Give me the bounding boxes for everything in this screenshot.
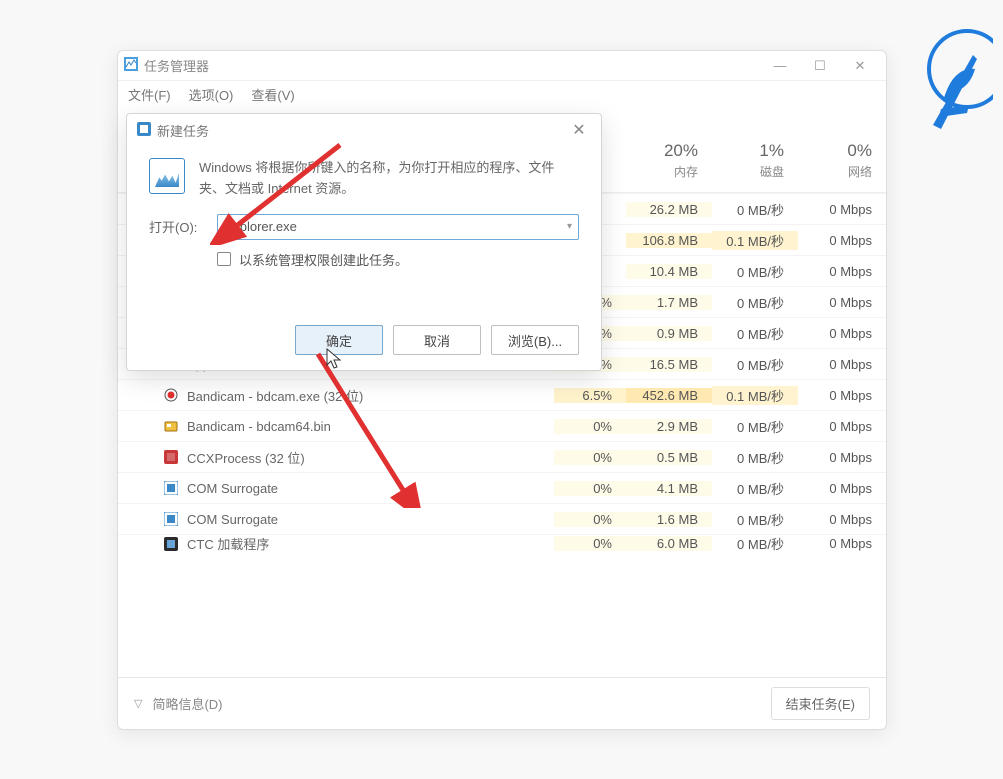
network-cell: 0 Mbps (798, 419, 886, 434)
process-icon (163, 480, 179, 496)
process-row[interactable]: Bandicam - bdcam.exe (32 位)6.5%452.6 MB0… (118, 379, 886, 410)
network-cell: 0 Mbps (798, 481, 886, 496)
process-icon (163, 536, 179, 552)
memory-cell: 0.5 MB (626, 450, 712, 465)
memory-cell: 4.1 MB (626, 481, 712, 496)
disk-cell: 0.1 MB/秒 (712, 386, 798, 405)
window-title: 任务管理器 (144, 56, 209, 75)
menu-bar: 文件(F) 选项(O) 查看(V) (118, 81, 886, 107)
cpu-cell: 6.5% (554, 388, 626, 403)
disk-cell: 0 MB/秒 (712, 534, 798, 552)
disk-cell: 0 MB/秒 (712, 293, 798, 312)
memory-cell: 1.6 MB (626, 512, 712, 527)
cpu-cell: 0% (554, 536, 626, 551)
process-row[interactable]: COM Surrogate 0%1.6 MB0 MB/秒0 Mbps (118, 503, 886, 534)
disk-cell: 0 MB/秒 (712, 200, 798, 219)
chevron-down-icon: ▽ (134, 697, 142, 710)
network-cell: 0 Mbps (798, 388, 886, 403)
menu-file[interactable]: 文件(F) (128, 85, 171, 104)
task-manager-footer: ▽ 简略信息(D) 结束任务(E) (118, 677, 886, 729)
disk-cell: 0 MB/秒 (712, 262, 798, 281)
menu-view[interactable]: 查看(V) (251, 85, 294, 104)
dialog-close-button[interactable]: ✕ (567, 120, 591, 140)
process-row[interactable]: Bandicam - bdcam64.bin 0%2.9 MB0 MB/秒0 Mb… (118, 410, 886, 441)
open-input[interactable]: explorer.exe ▾ (217, 214, 579, 240)
memory-cell: 2.9 MB (626, 419, 712, 434)
memory-cell: 106.8 MB (626, 233, 712, 248)
dropdown-icon[interactable]: ▾ (567, 221, 572, 232)
disk-cell: 0.1 MB/秒 (712, 231, 798, 250)
close-button[interactable]: ✕ (840, 52, 880, 80)
cancel-button[interactable]: 取消 (393, 325, 481, 355)
disk-cell: 0 MB/秒 (712, 510, 798, 529)
process-icon (163, 449, 179, 465)
process-name: COM Surrogate (187, 512, 278, 527)
process-name: CCXProcess (32 位) (187, 448, 305, 467)
process-row[interactable]: COM Surrogate 0%4.1 MB0 MB/秒0 Mbps (118, 472, 886, 503)
admin-checkbox[interactable] (217, 252, 231, 266)
disk-cell: 0 MB/秒 (712, 324, 798, 343)
open-label: 打开(O): (149, 217, 207, 236)
new-task-dialog: 新建任务 ✕ Windows 将根据你所键入的名称，为你打开相应的程序、文件夹、… (126, 113, 602, 371)
process-icon (163, 511, 179, 527)
col-header-memory[interactable]: 20% 内存 (626, 129, 712, 192)
fewer-details-link[interactable]: 简略信息(D) (152, 694, 222, 713)
network-cell: 0 Mbps (798, 326, 886, 341)
ok-button[interactable]: 确定 (295, 325, 383, 355)
network-cell: 0 Mbps (798, 233, 886, 248)
process-icon (163, 387, 179, 403)
process-row[interactable]: CCXProcess (32 位) 0%0.5 MB0 MB/秒0 Mbps (118, 441, 886, 472)
disk-cell: 0 MB/秒 (712, 448, 798, 467)
process-name: Bandicam - bdcam64.bin (187, 419, 331, 434)
process-icon (163, 418, 179, 434)
memory-cell: 1.7 MB (626, 295, 712, 310)
network-cell: 0 Mbps (798, 357, 886, 372)
memory-cell: 6.0 MB (626, 536, 712, 551)
network-cell: 0 Mbps (798, 450, 886, 465)
cpu-cell: 0% (554, 481, 626, 496)
open-input-value: explorer.exe (226, 219, 297, 234)
col-header-network[interactable]: 0% 网络 (798, 129, 886, 192)
dialog-titlebar: 新建任务 ✕ (127, 114, 601, 146)
process-row[interactable]: CTC 加载程序 0%6.0 MB0 MB/秒0 Mbps (118, 534, 886, 552)
network-cell: 0 Mbps (798, 512, 886, 527)
network-cell: 0 Mbps (798, 536, 886, 551)
window-controls: — ☐ ✕ (760, 52, 880, 80)
cpu-cell: 0% (554, 512, 626, 527)
cpu-cell: 0% (554, 450, 626, 465)
menu-options[interactable]: 选项(O) (189, 85, 234, 104)
memory-cell: 0.9 MB (626, 326, 712, 341)
process-name: Bandicam - bdcam.exe (32 位) (187, 386, 363, 405)
maximize-button[interactable]: ☐ (800, 52, 840, 80)
dialog-buttons: 确定 取消 浏览(B)... (127, 318, 601, 370)
task-manager-icon (124, 57, 138, 74)
knight-logo-icon (913, 25, 993, 165)
memory-cell: 26.2 MB (626, 202, 712, 217)
end-task-button[interactable]: 结束任务(E) (771, 687, 870, 720)
memory-cell: 452.6 MB (626, 388, 712, 403)
col-header-disk[interactable]: 1% 磁盘 (712, 129, 798, 192)
minimize-button[interactable]: — (760, 52, 800, 80)
dialog-title: 新建任务 (157, 121, 209, 140)
memory-cell: 10.4 MB (626, 264, 712, 279)
process-name: CTC 加载程序 (187, 534, 269, 552)
memory-cell: 16.5 MB (626, 357, 712, 372)
process-name: COM Surrogate (187, 481, 278, 496)
dialog-description: Windows 将根据你所键入的名称，为你打开相应的程序、文件夹、文档或 Int… (199, 158, 579, 200)
performance-icon (149, 158, 185, 194)
disk-cell: 0 MB/秒 (712, 479, 798, 498)
browse-button[interactable]: 浏览(B)... (491, 325, 579, 355)
network-cell: 0 Mbps (798, 202, 886, 217)
disk-cell: 0 MB/秒 (712, 417, 798, 436)
network-cell: 0 Mbps (798, 295, 886, 310)
window-titlebar: 任务管理器 — ☐ ✕ (118, 51, 886, 81)
admin-label: 以系统管理权限创建此任务。 (239, 250, 408, 269)
run-icon (137, 122, 151, 139)
cpu-cell: 0% (554, 419, 626, 434)
network-cell: 0 Mbps (798, 264, 886, 279)
disk-cell: 0 MB/秒 (712, 355, 798, 374)
